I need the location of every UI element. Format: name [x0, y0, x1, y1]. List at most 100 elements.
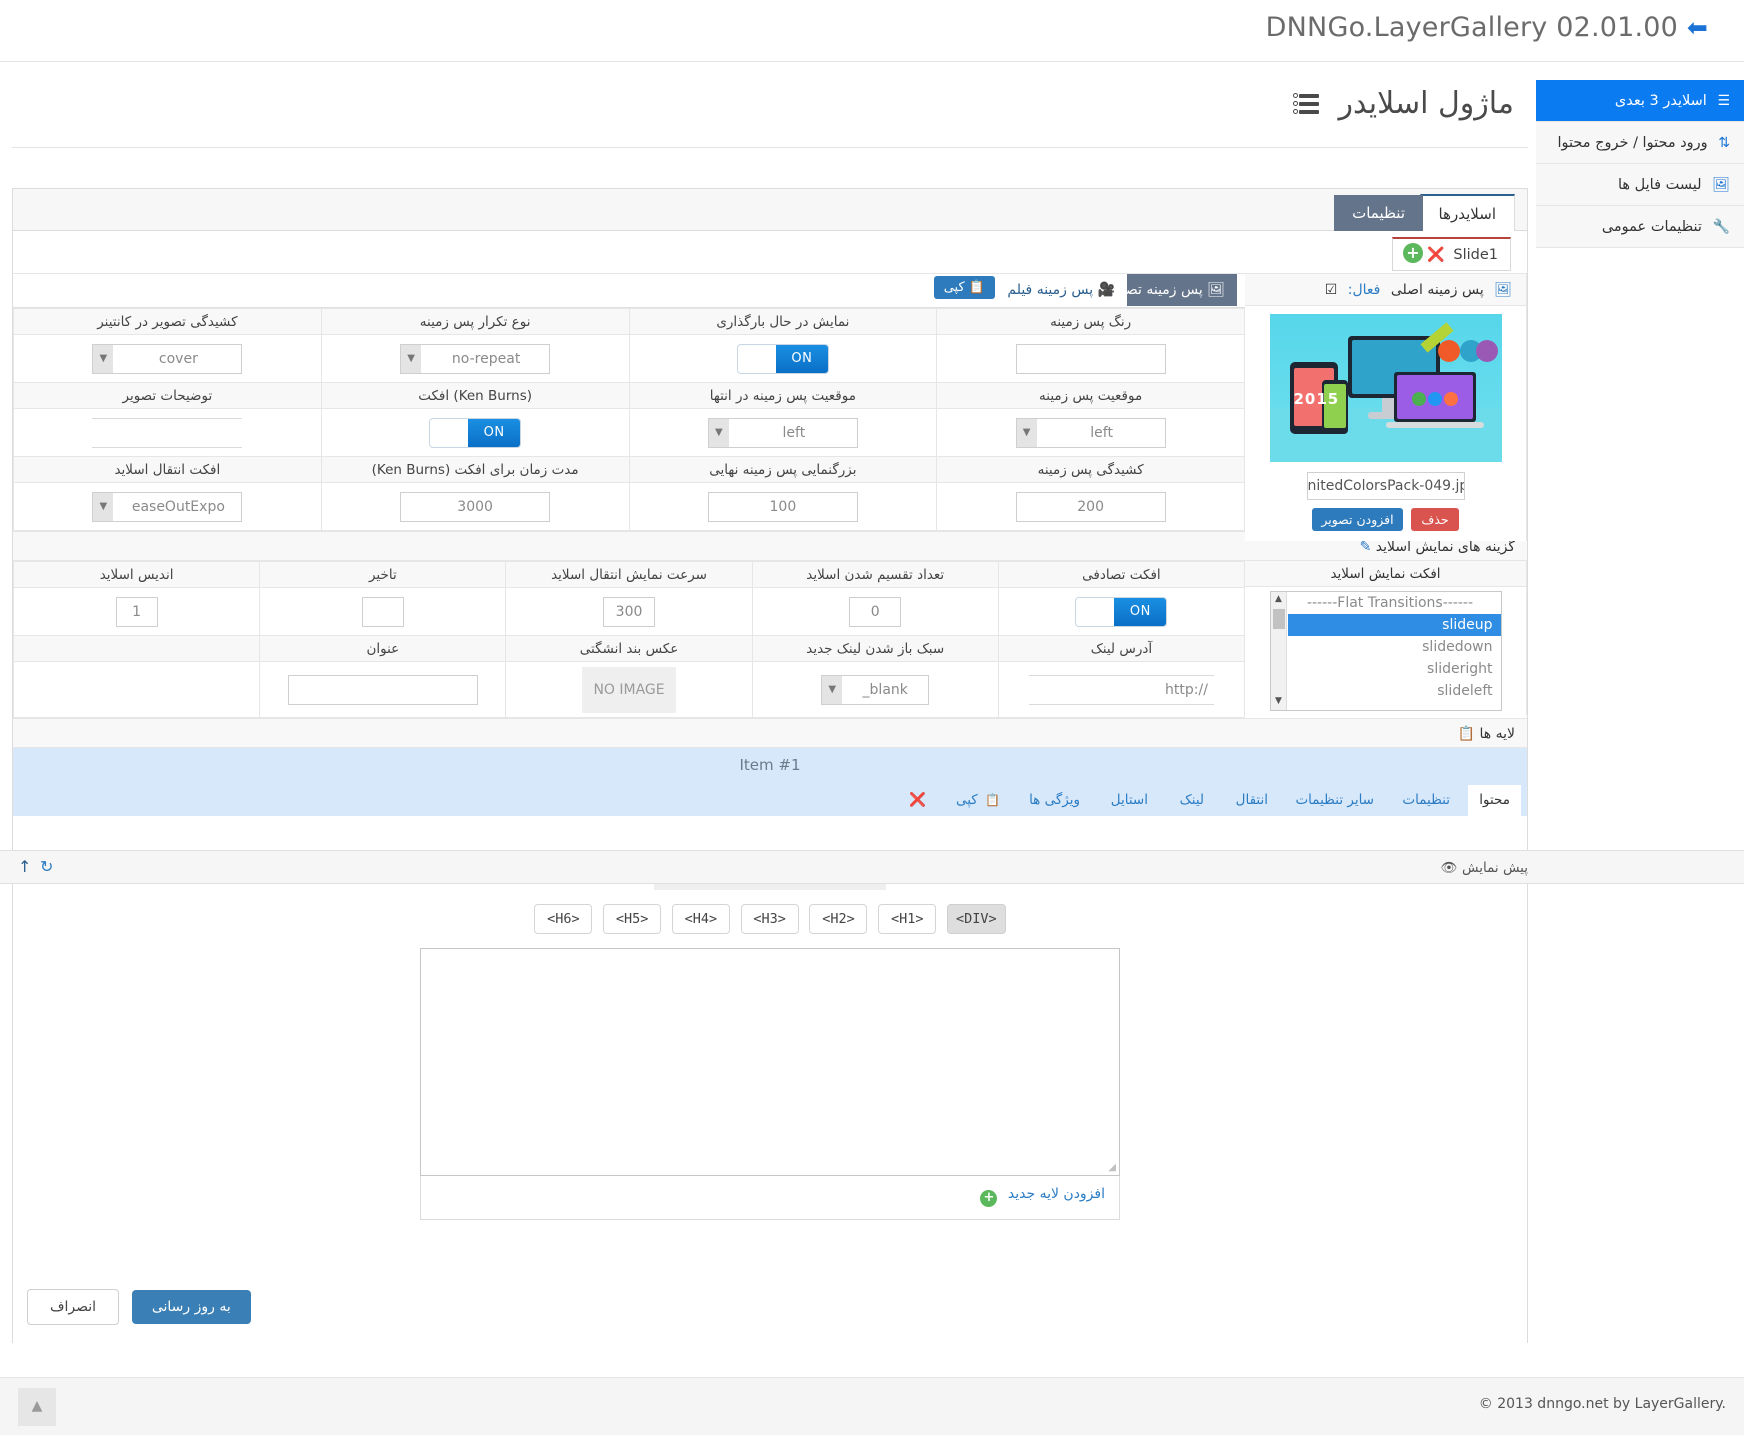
cell-image-desc	[14, 409, 322, 457]
transition-list-scrollbar[interactable]: ▲ ▼	[1271, 592, 1287, 710]
background-thumbnail[interactable]: 2015	[1270, 314, 1502, 462]
page-title: ماژول اسلایدر	[1339, 86, 1514, 121]
cell-bg-final-zoom	[629, 483, 937, 531]
add-slide-button[interactable]: +	[1403, 243, 1423, 263]
scroll-to-top-button[interactable]: ▲	[18, 1388, 56, 1426]
htag-h1-button[interactable]: <H1>	[878, 904, 936, 934]
refresh-icon[interactable]: ↻	[40, 857, 53, 876]
label-transition-speed: سرعت نمایش انتقال اسلاید	[506, 562, 752, 588]
tab-layer-settings[interactable]: تنظیمات	[1391, 785, 1461, 816]
show-while-loading-toggle[interactable]: ON	[737, 344, 829, 374]
slide-options-grid: افکت تصادفی تعداد تقسیم شدن اسلاید سرعت …	[13, 561, 1245, 718]
transition-speed-input[interactable]	[603, 597, 655, 627]
sidebar-item-file-list[interactable]: 🖼 لیست فایل ها	[1536, 164, 1744, 206]
close-circle-icon[interactable]: ❌	[1427, 247, 1444, 263]
sidebar-item-import-export[interactable]: ⇅ ورود محتوا / خروج محتوا	[1536, 122, 1744, 164]
main-background-body: 2015 nitedColorsPack-049.jpg حذف افزودن …	[1245, 306, 1526, 541]
slide-index-input[interactable]	[116, 597, 158, 627]
list-item[interactable]: slideleft	[1288, 680, 1501, 702]
tab-layer-transition[interactable]: انتقال	[1225, 785, 1279, 816]
tab-layer-other[interactable]: سایر تنظیمات	[1284, 785, 1385, 816]
page-title-wrap: ماژول اسلایدر	[1293, 86, 1514, 121]
link-target-select[interactable]: ▼ _blank	[821, 675, 929, 705]
image-desc-input[interactable]	[92, 418, 242, 448]
title-input[interactable]	[288, 675, 478, 705]
link-url-input[interactable]	[1029, 675, 1214, 705]
slide-tab-label: Slide1	[1453, 247, 1498, 263]
tab-layer-link[interactable]: لینک	[1169, 785, 1215, 816]
htag-h4-button[interactable]: <H4>	[672, 904, 730, 934]
label-split-count: تعداد تقسیم شدن اسلاید	[752, 562, 998, 588]
resize-grip-icon[interactable]: ◢	[1108, 1162, 1116, 1173]
slide-transition-effect-select[interactable]: ▼ easeOutExpo	[92, 492, 242, 522]
htag-h3-button[interactable]: <H3>	[741, 904, 799, 934]
so-label-row-2: آدرس لینک سبک باز شدن لینک جدید عکس بند …	[14, 636, 1245, 662]
list-item[interactable]: slideright	[1288, 658, 1501, 680]
layer-delete-icon[interactable]: ❌	[898, 785, 937, 816]
cancel-button[interactable]: انصراف	[27, 1289, 119, 1325]
add-layer-button[interactable]: افزودن لایه جدید +	[421, 1176, 1119, 1217]
chevron-down-icon: ▼	[93, 493, 113, 521]
bg-value-row-1: ON ▼ no-repeat ▼ cover	[14, 335, 1245, 383]
cell-link-url	[998, 662, 1244, 718]
transition-list-items: ------Flat Transitions------ slideup sli…	[1288, 592, 1501, 702]
list-item[interactable]: slidedown	[1288, 636, 1501, 658]
scroll-down-icon[interactable]: ▼	[1271, 694, 1287, 710]
copy-icon: 📋	[1458, 726, 1475, 742]
scroll-up-icon[interactable]: ▲	[1271, 592, 1287, 608]
delete-image-button[interactable]: حذف	[1411, 508, 1458, 531]
ken-burns-duration-input[interactable]	[400, 492, 550, 522]
bg-size-container-select[interactable]: ▼ cover	[92, 344, 242, 374]
background-section: 🖼 پس زمینه اصلی فعال: ☑	[13, 273, 1527, 531]
tab-sliders[interactable]: اسلایدرها	[1420, 194, 1515, 232]
label-bg-repeat: نوع تکرار پس زمینه	[321, 309, 629, 335]
sidebar-item-general-settings[interactable]: 🔧 تنظیمات عمومی	[1536, 206, 1744, 248]
add-image-button[interactable]: افزودن تصویر	[1312, 508, 1402, 531]
cell-delay	[260, 588, 506, 636]
top-bar: DNNGo.LayerGallery 02.01.00 ⬅	[0, 0, 1744, 62]
label-spacer	[14, 636, 260, 662]
htag-h5-button[interactable]: <H5>	[603, 904, 661, 934]
cell-thumbnail: NO IMAGE	[506, 662, 752, 718]
htag-h6-button[interactable]: <H6>	[534, 904, 592, 934]
copy-background-button[interactable]: 📋 کپی	[934, 276, 995, 299]
bg-final-zoom-input[interactable]	[708, 492, 858, 522]
htag-div-button[interactable]: <DIV>	[947, 904, 1006, 934]
layer-content-editor[interactable]: ◢	[420, 948, 1120, 1176]
image-icon: 🖼	[1712, 177, 1730, 193]
page-root: DNNGo.LayerGallery 02.01.00 ⬅ ☰ اسلایدر …	[0, 0, 1744, 1435]
layer-copy-button[interactable]: 📋 کپی	[945, 785, 1011, 816]
list-item[interactable]: slideup	[1288, 614, 1501, 636]
arrow-up-icon[interactable]: ↑	[18, 857, 31, 876]
transition-effect-list[interactable]: ▲ ▼ ------Flat Transitions------ slideup…	[1270, 591, 1502, 711]
bg-value-row-2: ▼ left ▼ left ON	[14, 409, 1245, 457]
random-effect-toggle[interactable]: ON	[1075, 597, 1167, 627]
back-arrow-icon[interactable]: ⬅	[1687, 13, 1708, 42]
tab-layer-style[interactable]: استایل	[1100, 785, 1159, 816]
tab-layer-content[interactable]: محتوا	[1468, 785, 1521, 816]
tab-background-video[interactable]: 🎥 پس زمینه فیلم	[995, 274, 1127, 306]
enabled-checkbox[interactable]: ☑	[1325, 282, 1338, 298]
layer-tabs: محتوا تنظیمات سایر تنظیمات انتقال لینک ا…	[13, 782, 1527, 816]
bg-position-end-select[interactable]: ▼ left	[708, 418, 858, 448]
tab-layer-attributes[interactable]: ویژگی ها	[1018, 785, 1091, 816]
wrench-icon: 🔧	[1713, 219, 1730, 235]
bg-position-select[interactable]: ▼ left	[1016, 418, 1166, 448]
bg-stretch-input[interactable]	[1016, 492, 1166, 522]
label-show-while-loading: نمایش در حال بارگذاری	[629, 309, 937, 335]
toggle-on-label: ON	[1114, 598, 1166, 626]
ken-burns-toggle[interactable]: ON	[429, 418, 521, 448]
htag-h2-button[interactable]: <H2>	[809, 904, 867, 934]
bg-position-end-value: left	[709, 419, 857, 448]
bg-repeat-select[interactable]: ▼ no-repeat	[400, 344, 550, 374]
scrollbar-thumb[interactable]	[1273, 609, 1285, 629]
update-button[interactable]: به روز رسانی	[132, 1290, 251, 1324]
tab-settings[interactable]: تنظیمات	[1334, 195, 1423, 231]
thumbnail-placeholder[interactable]: NO IMAGE	[582, 667, 676, 713]
cell-link-target: ▼ _blank	[752, 662, 998, 718]
label-slide-index: اندیس اسلاید	[14, 562, 260, 588]
delay-input[interactable]	[362, 597, 404, 627]
sidebar-item-slider3d[interactable]: ☰ اسلایدر 3 بعدی	[1536, 80, 1744, 122]
split-count-input[interactable]	[849, 597, 901, 627]
bg-color-input[interactable]	[1016, 344, 1166, 374]
